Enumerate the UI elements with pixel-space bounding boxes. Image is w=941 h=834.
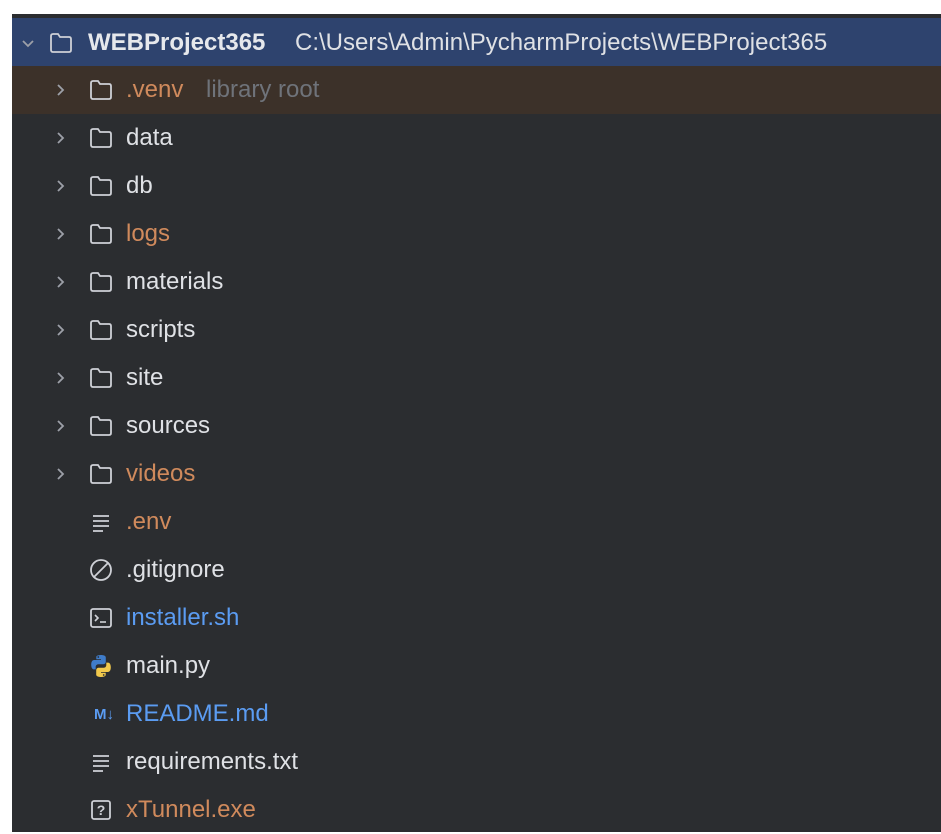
tree-item-label: requirements.txt xyxy=(126,748,299,775)
ignore-file-icon xyxy=(88,557,114,583)
tree-item-gitignore[interactable]: .gitignore xyxy=(12,546,941,594)
tree-item-env[interactable]: .env xyxy=(12,498,941,546)
python-icon xyxy=(88,653,114,679)
root-folder-name: WEBProject365 xyxy=(88,29,266,56)
text-file-icon xyxy=(88,509,114,535)
tree-item-label: site xyxy=(126,364,164,391)
tree-item-main-py[interactable]: main.py xyxy=(12,642,941,690)
chevron-right-icon[interactable] xyxy=(50,464,70,484)
tree-item-label: .env xyxy=(126,508,172,535)
tree-item-label: README.md xyxy=(126,700,269,727)
tree-item-label: scripts xyxy=(126,316,196,343)
tree-item-sources[interactable]: sources xyxy=(12,402,941,450)
unknown-file-icon: ? xyxy=(88,797,114,823)
folder-icon xyxy=(88,269,114,295)
tree-item-label: materials xyxy=(126,268,224,295)
chevron-right-icon[interactable] xyxy=(50,368,70,388)
project-tree-panel: WEBProject365 C:\Users\Admin\PycharmProj… xyxy=(12,14,941,832)
folder-icon xyxy=(88,365,114,391)
tree-item-data[interactable]: data xyxy=(12,114,941,162)
tree-item-scripts[interactable]: scripts xyxy=(12,306,941,354)
folder-icon xyxy=(88,77,114,103)
tree-root-row[interactable]: WEBProject365 C:\Users\Admin\PycharmProj… xyxy=(12,18,941,68)
tree-item-label: videos xyxy=(126,460,196,487)
chevron-right-icon[interactable] xyxy=(50,128,70,148)
shell-script-icon xyxy=(88,605,114,631)
library-root-hint: library root xyxy=(206,76,320,103)
tree-item-requirements-txt[interactable]: requirements.txt xyxy=(12,738,941,786)
chevron-right-icon[interactable] xyxy=(50,80,70,100)
chevron-down-icon[interactable] xyxy=(18,33,38,53)
chevron-right-icon[interactable] xyxy=(50,272,70,292)
tree-item-videos[interactable]: videos xyxy=(12,450,941,498)
chevron-right-icon[interactable] xyxy=(50,416,70,436)
folder-icon xyxy=(88,461,114,487)
tree-item-readme-md[interactable]: M↓ README.md xyxy=(12,690,941,738)
text-file-icon xyxy=(88,749,114,775)
folder-icon xyxy=(88,413,114,439)
tree-item-logs[interactable]: logs xyxy=(12,210,941,258)
chevron-right-icon[interactable] xyxy=(50,176,70,196)
folder-icon xyxy=(88,221,114,247)
tree-item-installer-sh[interactable]: installer.sh xyxy=(12,594,941,642)
tree-item-label: logs xyxy=(126,220,171,247)
markdown-icon: M↓ xyxy=(94,705,114,723)
tree-item-db[interactable]: db xyxy=(12,162,941,210)
tree-item-label: main.py xyxy=(126,652,211,679)
tree-item-label: .venv xyxy=(126,76,184,103)
folder-icon xyxy=(88,173,114,199)
folder-icon xyxy=(48,30,74,56)
unknown-file-glyph: ? xyxy=(96,802,106,818)
tree-item-label: data xyxy=(126,124,173,151)
tree-item-label: installer.sh xyxy=(126,604,240,631)
chevron-right-icon[interactable] xyxy=(50,224,70,244)
tree-item-site[interactable]: site xyxy=(12,354,941,402)
tree-item-label: .gitignore xyxy=(126,556,225,583)
tree-item-label: xTunnel.exe xyxy=(126,796,256,823)
tree-item-label: sources xyxy=(126,412,211,439)
tree-item-label: db xyxy=(126,172,153,199)
tree-item-materials[interactable]: materials xyxy=(12,258,941,306)
root-folder-path: C:\Users\Admin\PycharmProjects\WEBProjec… xyxy=(295,29,828,56)
chevron-right-icon[interactable] xyxy=(50,320,70,340)
folder-icon xyxy=(88,317,114,343)
tree-item-xtunnel-exe[interactable]: ? xTunnel.exe xyxy=(12,786,941,834)
tree-item-venv[interactable]: .venv library root xyxy=(12,66,941,114)
folder-icon xyxy=(88,125,114,151)
